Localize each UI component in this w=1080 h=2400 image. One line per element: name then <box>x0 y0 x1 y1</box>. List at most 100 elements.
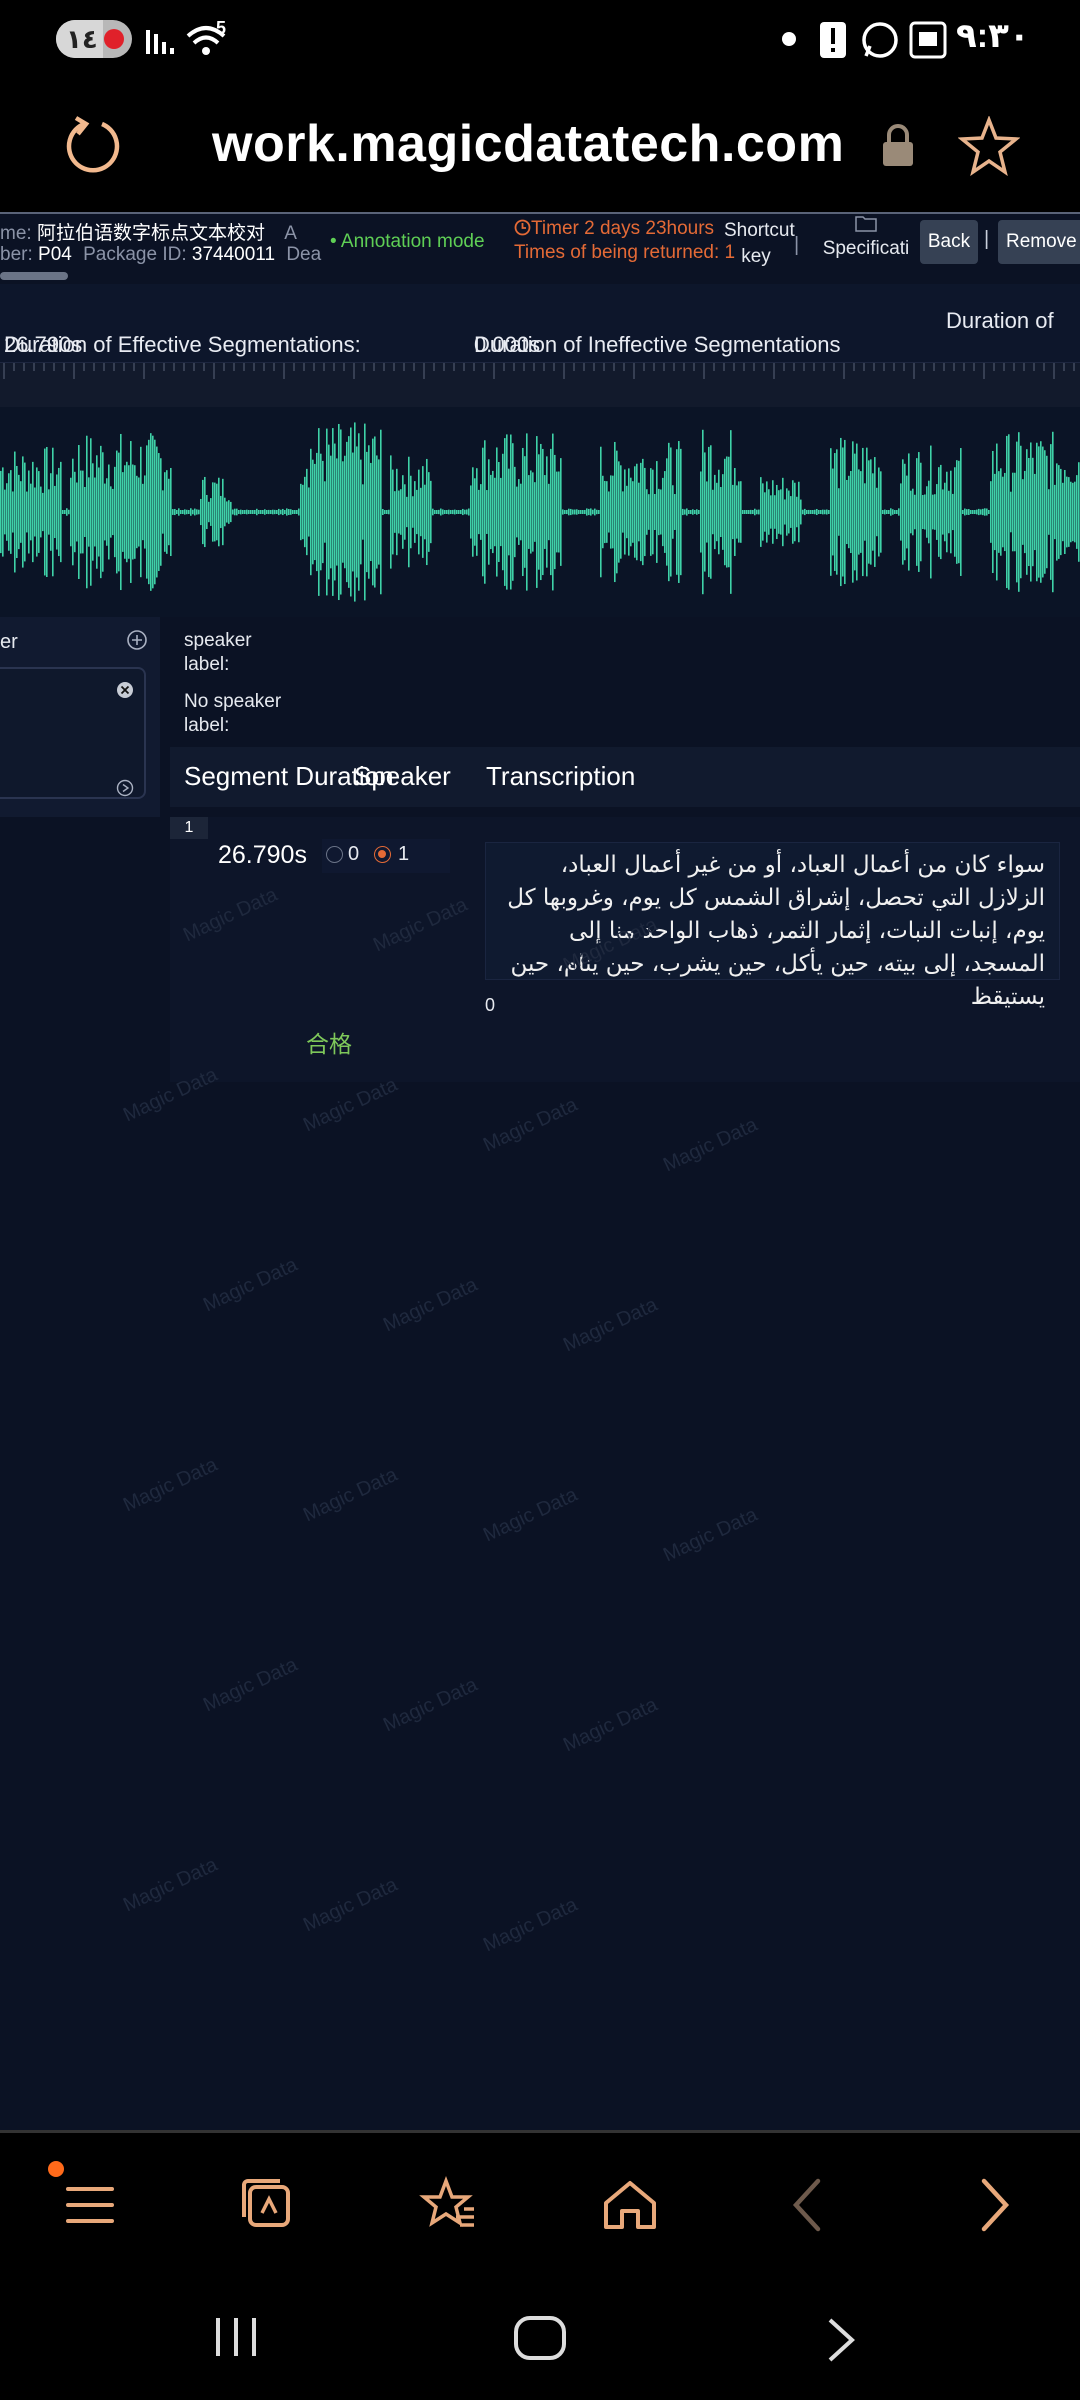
waveform-bar <box>888 510 890 514</box>
menu-icon[interactable] <box>58 2173 122 2237</box>
waveform-bar <box>796 496 798 528</box>
waveform-bar <box>610 475 612 549</box>
bookmark-star-icon[interactable] <box>958 116 1020 176</box>
waveform-bar <box>850 470 852 554</box>
recent-apps-icon[interactable] <box>212 2314 262 2360</box>
segment-sub-value: 0 <box>485 995 496 1015</box>
waveform-bar <box>360 459 362 565</box>
waveform-bar <box>882 510 884 514</box>
waveform-bar <box>250 510 252 514</box>
forward-arrow-icon[interactable] <box>962 2173 1026 2237</box>
waveform-bar <box>98 467 100 557</box>
waveform-bar <box>818 510 820 514</box>
waveform-bar <box>174 508 176 516</box>
speaker-option-label: 0 <box>348 843 360 865</box>
waveform-bar <box>524 456 526 568</box>
waveform-bar <box>394 491 396 533</box>
waveform-bar <box>342 461 344 563</box>
waveform-bar <box>434 510 436 514</box>
waveform-bar <box>754 508 756 516</box>
waveform-bar <box>638 482 640 542</box>
waveform-bar <box>446 510 448 514</box>
waveform-bar <box>334 443 336 581</box>
waveform-bar <box>554 454 556 570</box>
waveform-bar <box>904 463 906 561</box>
waveform-bar <box>1008 434 1010 590</box>
timeline-ruler[interactable] <box>0 362 1080 407</box>
waveform-bar <box>486 490 488 534</box>
waveform-bar <box>1036 442 1038 582</box>
waveform-bar <box>782 477 784 547</box>
waveform-bar <box>762 483 764 541</box>
waveform-bar <box>1018 432 1020 592</box>
play-icon[interactable] <box>116 779 134 797</box>
waveform-bar <box>662 477 664 547</box>
system-home-icon[interactable] <box>508 2314 572 2364</box>
home-icon[interactable] <box>598 2173 662 2237</box>
qualified-status[interactable]: 合格 <box>306 1025 352 1059</box>
waveform-bar <box>622 491 624 533</box>
waveform-bar <box>14 451 16 573</box>
clock-icon <box>514 219 531 236</box>
clock: ٩:٣٠ <box>956 17 1030 55</box>
waveform-bar <box>18 474 20 550</box>
back-arrow-icon[interactable] <box>776 2173 840 2237</box>
waveform-bar <box>532 472 534 552</box>
url-text[interactable]: work.magicdatatech.com <box>212 114 844 174</box>
watermark-text: Magic Data <box>379 1673 481 1737</box>
waveform-bar <box>642 458 644 566</box>
waveform-bar <box>616 450 618 574</box>
reload-icon[interactable] <box>62 116 122 176</box>
waveform-bar <box>666 458 668 566</box>
speaker-radio-1[interactable] <box>374 846 391 863</box>
waveform-bar <box>496 447 498 577</box>
waveform-bar <box>834 453 836 571</box>
lock-icon[interactable] <box>880 122 916 168</box>
waveform-bar <box>160 458 162 566</box>
waveform-bar <box>650 468 652 556</box>
close-icon[interactable] <box>116 681 134 699</box>
duration-stats: Duration of Effective Segmentations: 26.… <box>0 284 1080 362</box>
tabs-icon[interactable] <box>236 2173 300 2237</box>
waveform-bar <box>578 509 580 515</box>
waveform-bar <box>804 508 806 516</box>
back-button[interactable]: Back <box>920 220 978 264</box>
waveform-bar <box>340 429 342 595</box>
remove-button[interactable]: Remove <box>998 220 1080 264</box>
specification-button[interactable]: Specificati <box>820 214 912 260</box>
shortcut-key-button[interactable]: Shortcut key <box>724 218 795 270</box>
speaker-radio-0[interactable] <box>326 846 343 863</box>
waveform-bar <box>730 430 732 594</box>
waveform-bar <box>998 471 1000 553</box>
waveform-bar <box>150 433 152 591</box>
add-speaker-icon[interactable] <box>126 629 148 651</box>
waveform-bar <box>366 451 368 573</box>
horizontal-scrollbar[interactable] <box>0 272 68 280</box>
bookmarks-icon[interactable] <box>416 2173 480 2237</box>
waveform-bar <box>282 508 284 516</box>
waveform-bar <box>186 509 188 515</box>
waveform-bar <box>220 495 222 529</box>
waveform-bar <box>598 510 600 514</box>
watermark-text: Magic Data <box>479 1483 581 1547</box>
audio-waveform[interactable] <box>0 407 1080 617</box>
waveform-bar <box>628 468 630 556</box>
waveform-bar <box>698 509 700 515</box>
speaker-card[interactable] <box>0 667 146 799</box>
browser-bottom-nav <box>0 2130 1080 2270</box>
waveform-bar <box>738 481 740 543</box>
waveform-bar <box>870 459 872 565</box>
waveform-bar <box>140 446 142 578</box>
waveform-bar <box>58 467 60 557</box>
waveform-bar <box>816 508 818 516</box>
waveform-bar <box>832 468 834 556</box>
waveform-bar <box>774 495 776 529</box>
waveform-bar <box>1030 442 1032 582</box>
waveform-bar <box>890 508 892 516</box>
waveform-bar <box>12 491 14 533</box>
waveform-bar <box>620 465 622 559</box>
system-back-icon[interactable] <box>820 2316 860 2362</box>
waveform-bar <box>502 453 504 571</box>
waveform-bar <box>328 444 330 580</box>
waveform-bar <box>728 456 730 568</box>
